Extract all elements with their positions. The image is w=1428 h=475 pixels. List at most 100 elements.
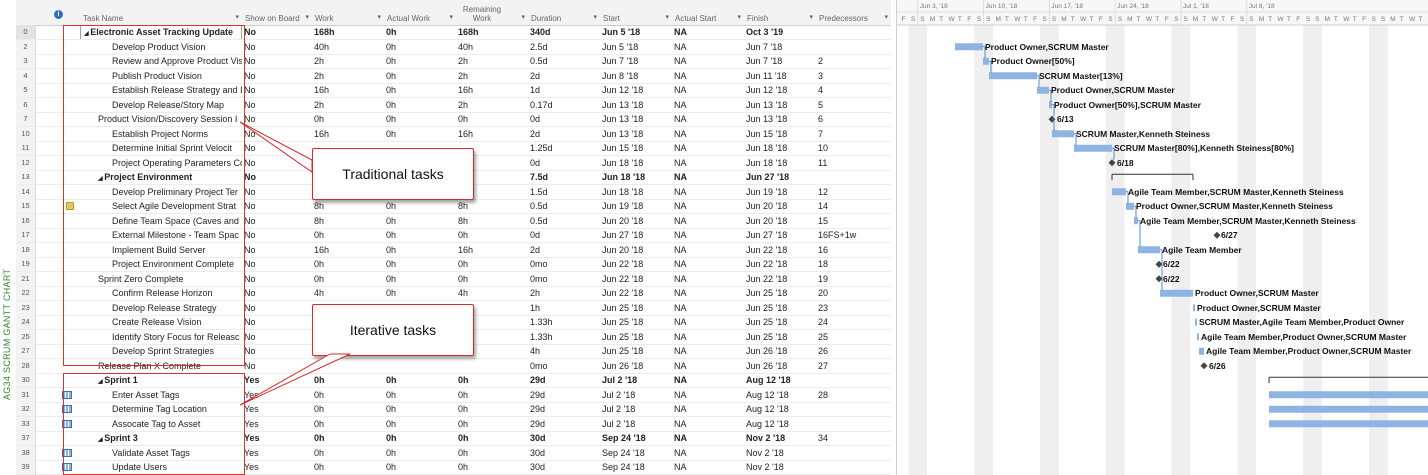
row-number[interactable]: 37 xyxy=(16,431,36,446)
duration-cell[interactable]: 0.5d xyxy=(528,214,600,229)
finish-cell[interactable]: Jun 19 '18 xyxy=(744,185,816,200)
work-cell[interactable]: 16h xyxy=(312,243,384,258)
actual-start-cell[interactable]: NA xyxy=(672,257,744,272)
actual-start-cell[interactable]: NA xyxy=(672,98,744,113)
actual-work-cell[interactable]: 0h xyxy=(384,127,456,142)
work-cell[interactable]: 0h xyxy=(312,272,384,287)
start-cell[interactable]: Jun 22 '18 xyxy=(600,257,672,272)
row-number[interactable]: 30 xyxy=(16,373,36,388)
actual-start-cell[interactable]: NA xyxy=(672,40,744,55)
actual-work-cell[interactable]: 0h xyxy=(384,228,456,243)
remaining-work-cell[interactable]: 0h xyxy=(456,402,528,417)
predecessors-cell[interactable]: 25 xyxy=(816,330,891,345)
actual-start-cell[interactable]: NA xyxy=(672,272,744,287)
start-cell[interactable]: Jun 12 '18 xyxy=(600,83,672,98)
predecessors-cell[interactable]: 16FS+1w xyxy=(816,228,891,243)
show-on-board-cell[interactable]: No xyxy=(242,25,312,40)
actual-start-cell[interactable]: NA xyxy=(672,460,744,475)
start-cell[interactable]: Jun 13 '18 xyxy=(600,112,672,127)
finish-cell[interactable]: Jun 11 '18 xyxy=(744,69,816,84)
start-cell[interactable]: Jun 20 '18 xyxy=(600,214,672,229)
actual-work-cell[interactable]: 0h xyxy=(384,199,456,214)
show-on-board-cell[interactable]: No xyxy=(242,83,312,98)
finish-cell[interactable]: Jun 26 '18 xyxy=(744,344,816,359)
row-number[interactable]: 22 xyxy=(16,286,36,301)
finish-cell[interactable]: Jun 7 '18 xyxy=(744,40,816,55)
actual-start-cell[interactable]: NA xyxy=(672,25,744,40)
finish-cell[interactable]: Jun 7 '18 xyxy=(744,54,816,69)
predecessors-cell[interactable]: 12 xyxy=(816,185,891,200)
remaining-work-cell[interactable]: 0h xyxy=(456,257,528,272)
row-number[interactable]: 25 xyxy=(16,329,36,344)
finish-cell[interactable]: Jun 25 '18 xyxy=(744,286,816,301)
work-cell[interactable]: 40h xyxy=(312,40,384,55)
predecessors-cell[interactable] xyxy=(816,417,891,432)
show-on-board-cell[interactable]: No xyxy=(242,301,312,316)
actual-start-cell[interactable]: NA xyxy=(672,431,744,446)
start-cell[interactable]: Jun 25 '18 xyxy=(600,301,672,316)
actual-start-cell[interactable]: NA xyxy=(672,301,744,316)
actual-work-cell[interactable]: 0h xyxy=(384,69,456,84)
show-on-board-cell[interactable]: No xyxy=(242,156,312,171)
start-cell[interactable]: Jul 2 '18 xyxy=(600,402,672,417)
duration-cell[interactable]: 29d xyxy=(528,417,600,432)
actual-start-cell[interactable]: NA xyxy=(672,199,744,214)
predecessors-cell[interactable] xyxy=(816,40,891,55)
start-cell[interactable]: Jun 25 '18 xyxy=(600,344,672,359)
duration-cell[interactable]: 2h xyxy=(528,286,600,301)
header-indicators[interactable]: i xyxy=(36,0,63,25)
work-cell[interactable]: 0h xyxy=(312,402,384,417)
predecessors-cell[interactable] xyxy=(816,446,891,461)
row-number[interactable]: 10 xyxy=(16,126,36,141)
predecessors-cell[interactable]: 6 xyxy=(816,112,891,127)
actual-work-cell[interactable]: 0h xyxy=(384,272,456,287)
finish-cell[interactable]: Nov 2 '18 xyxy=(744,446,816,461)
start-cell[interactable]: Jun 19 '18 xyxy=(600,199,672,214)
actual-work-cell[interactable]: 0h xyxy=(384,402,456,417)
start-cell[interactable]: Sep 24 '18 xyxy=(600,460,672,475)
row-number[interactable]: 19 xyxy=(16,257,36,272)
start-cell[interactable]: Sep 24 '18 xyxy=(600,446,672,461)
remaining-work-cell[interactable]: 40h xyxy=(456,40,528,55)
actual-work-cell[interactable]: 0h xyxy=(384,83,456,98)
start-cell[interactable]: Jun 27 '18 xyxy=(600,228,672,243)
duration-cell[interactable]: 340d xyxy=(528,25,600,40)
remaining-work-cell[interactable]: 2h xyxy=(456,54,528,69)
row-number[interactable]: 2 xyxy=(16,39,36,54)
actual-start-cell[interactable]: NA xyxy=(672,243,744,258)
predecessors-cell[interactable]: 5 xyxy=(816,98,891,113)
start-cell[interactable]: Jun 26 '18 xyxy=(600,359,672,374)
header-show-on-board[interactable]: Show on Board ▾ xyxy=(242,0,312,25)
remaining-work-cell[interactable]: 0h xyxy=(456,373,528,388)
view-bar[interactable]: AG34 SCRUM GANTT CHART xyxy=(0,0,16,475)
duration-cell[interactable]: 1d xyxy=(528,83,600,98)
actual-work-cell[interactable]: 0h xyxy=(384,54,456,69)
row-number[interactable]: 12 xyxy=(16,155,36,170)
predecessors-cell[interactable]: 4 xyxy=(816,83,891,98)
actual-start-cell[interactable]: NA xyxy=(672,373,744,388)
actual-start-cell[interactable]: NA xyxy=(672,214,744,229)
row-number[interactable]: 32 xyxy=(16,402,36,417)
show-on-board-cell[interactable]: No xyxy=(242,69,312,84)
actual-start-cell[interactable]: NA xyxy=(672,156,744,171)
duration-cell[interactable]: 0mo xyxy=(528,272,600,287)
actual-start-cell[interactable]: NA xyxy=(672,315,744,330)
predecessors-cell[interactable] xyxy=(816,373,891,388)
show-on-board-cell[interactable]: No xyxy=(242,286,312,301)
predecessors-cell[interactable]: 10 xyxy=(816,141,891,156)
actual-work-cell[interactable]: 0h xyxy=(384,460,456,475)
work-cell[interactable]: 2h xyxy=(312,98,384,113)
finish-cell[interactable]: Aug 12 '18 xyxy=(744,388,816,403)
predecessors-cell[interactable]: 20 xyxy=(816,286,891,301)
actual-start-cell[interactable]: NA xyxy=(672,54,744,69)
predecessors-cell[interactable]: 26 xyxy=(816,344,891,359)
row-number[interactable]: 33 xyxy=(16,416,36,431)
predecessors-cell[interactable]: 28 xyxy=(816,388,891,403)
actual-work-cell[interactable]: 0h xyxy=(384,112,456,127)
row-number[interactable]: 3 xyxy=(16,54,36,69)
remaining-work-cell[interactable]: 8h xyxy=(456,199,528,214)
header-task-name[interactable]: Task Name ▾ xyxy=(80,0,242,25)
header-duration[interactable]: Duration ▾ xyxy=(528,0,600,25)
remaining-work-cell[interactable]: 0h xyxy=(456,417,528,432)
remaining-work-cell[interactable]: 0h xyxy=(456,446,528,461)
